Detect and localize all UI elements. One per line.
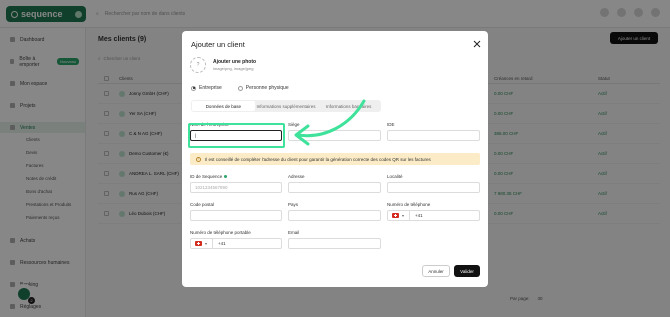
phone-input[interactable]: ▾ +41 — [387, 210, 480, 221]
ide-field: IDE — [387, 122, 480, 141]
postcode-input[interactable] — [190, 210, 282, 221]
add-client-modal: Ajouter un client ? Ajouter une photo im… — [182, 31, 488, 287]
sequence-id-input[interactable]: 1021234567890 — [190, 182, 282, 193]
email-label: Email — [288, 230, 300, 235]
sequence-id-field: ID de Sequence 1021234567890 — [190, 174, 282, 193]
ide-label: IDE — [387, 122, 395, 127]
info-dot-icon[interactable] — [224, 175, 228, 178]
email-field: Email — [288, 230, 381, 249]
phone-field: Numéro de téléphone ▾ +41 — [387, 202, 480, 221]
phone-prefix: +41 — [415, 213, 423, 218]
cancel-button[interactable]: Annuler — [422, 265, 450, 277]
address-input[interactable] — [288, 182, 381, 193]
mobile-input[interactable]: ▾ +41 — [190, 238, 282, 249]
address-label: Adresse — [288, 174, 305, 179]
divider — [409, 211, 411, 220]
radio-person[interactable] — [237, 85, 243, 91]
entity-type-radio-group: Entreprise Personne physique — [191, 85, 289, 91]
warning-icon: ! — [196, 156, 201, 162]
close-icon[interactable] — [473, 40, 481, 48]
postcode-field: Code postal — [190, 202, 282, 221]
sequence-id-label: ID de Sequence — [190, 174, 282, 179]
sequence-id-label-text: ID de Sequence — [190, 174, 223, 179]
swiss-flag-icon[interactable] — [392, 213, 399, 218]
mobile-prefix: +41 — [218, 241, 226, 246]
divider — [212, 239, 214, 248]
radio-company-label[interactable]: Entreprise — [199, 85, 222, 91]
mobile-label: Numéro de téléphone portable — [190, 230, 251, 235]
country-field: Pays — [288, 202, 381, 221]
country-label: Pays — [288, 202, 299, 207]
phone-label: Numéro de téléphone — [387, 202, 431, 207]
locality-input[interactable] — [387, 182, 480, 193]
swiss-flag-icon[interactable] — [195, 241, 202, 246]
arrow-annotation-icon — [294, 99, 366, 146]
submit-button[interactable]: Valider — [454, 265, 480, 277]
postcode-label: Code postal — [190, 202, 215, 207]
photo-upload[interactable]: ? — [190, 57, 206, 73]
email-input[interactable] — [288, 238, 381, 249]
photo-placeholder-icon: ? — [196, 62, 200, 68]
chevron-down-icon[interactable]: ▾ — [402, 213, 404, 218]
country-input[interactable] — [288, 210, 381, 221]
tab-basic-data[interactable]: Données de base — [192, 101, 255, 111]
modal-title: Ajouter un client — [191, 40, 245, 49]
radio-company[interactable] — [191, 85, 196, 91]
warning-text: Il est conseillé de compléter l'adresse … — [205, 156, 431, 162]
address-field: Adresse — [288, 174, 381, 193]
locality-field: Localité — [387, 174, 480, 193]
locality-label: Localité — [387, 174, 403, 179]
photo-types: image/png, image/jpeg — [213, 66, 254, 71]
chevron-down-icon[interactable]: ▾ — [205, 241, 207, 246]
annotation-highlight-box — [188, 123, 285, 148]
radio-person-label[interactable]: Personne physique — [246, 85, 289, 91]
ide-input[interactable] — [387, 130, 480, 141]
photo-title: Ajouter une photo — [213, 59, 257, 65]
mobile-field: Numéro de téléphone portable ▾ +41 — [190, 230, 282, 249]
